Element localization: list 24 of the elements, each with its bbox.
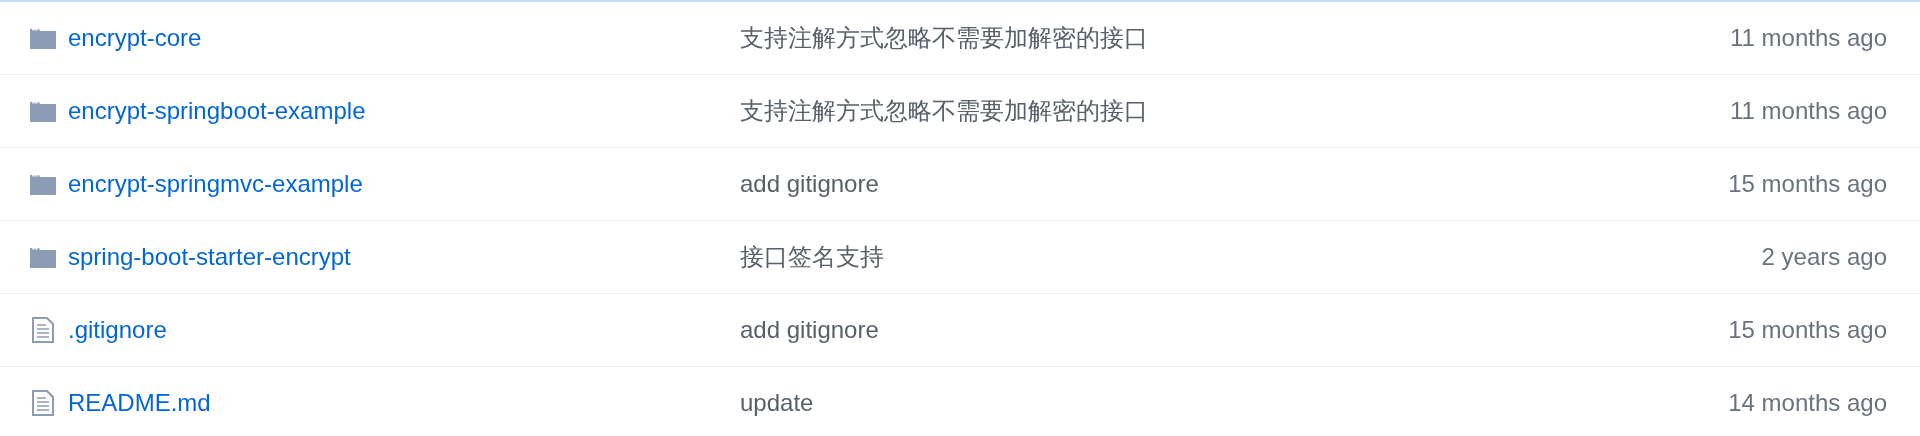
file-name-link[interactable]: .gitignore xyxy=(68,316,167,343)
commit-age: 2 years ago xyxy=(1761,243,1887,271)
commit-message[interactable]: update xyxy=(740,389,1729,417)
commit-age: 15 months ago xyxy=(1728,316,1887,344)
file-name-link[interactable]: encrypt-springmvc-example xyxy=(68,170,363,197)
commit-age: 15 months ago xyxy=(1728,170,1887,198)
commit-message[interactable]: add gitignore xyxy=(740,170,1729,198)
commit-age: 14 months ago xyxy=(1728,389,1887,417)
commit-age: 11 months ago xyxy=(1730,24,1887,52)
file-name-link[interactable]: encrypt-core xyxy=(68,24,202,51)
commit-message[interactable]: 支持注解方式忽略不需要加解密的接口 xyxy=(740,22,1730,54)
file-name-link[interactable]: spring-boot-starter-encrypt xyxy=(68,243,351,270)
commit-message[interactable]: add gitignore xyxy=(740,316,1729,344)
folder-icon xyxy=(29,26,57,50)
folder-icon xyxy=(29,245,57,269)
commit-age: 11 months ago xyxy=(1730,97,1887,125)
document-icon xyxy=(31,389,55,417)
file-name-link[interactable]: encrypt-springboot-example xyxy=(68,97,366,124)
document-icon xyxy=(31,316,55,344)
commit-message[interactable]: 接口签名支持 xyxy=(740,241,1762,273)
folder-icon xyxy=(29,99,57,123)
folder-icon xyxy=(29,172,57,196)
commit-message[interactable]: 支持注解方式忽略不需要加解密的接口 xyxy=(740,95,1730,127)
file-name-link[interactable]: README.md xyxy=(68,389,211,416)
